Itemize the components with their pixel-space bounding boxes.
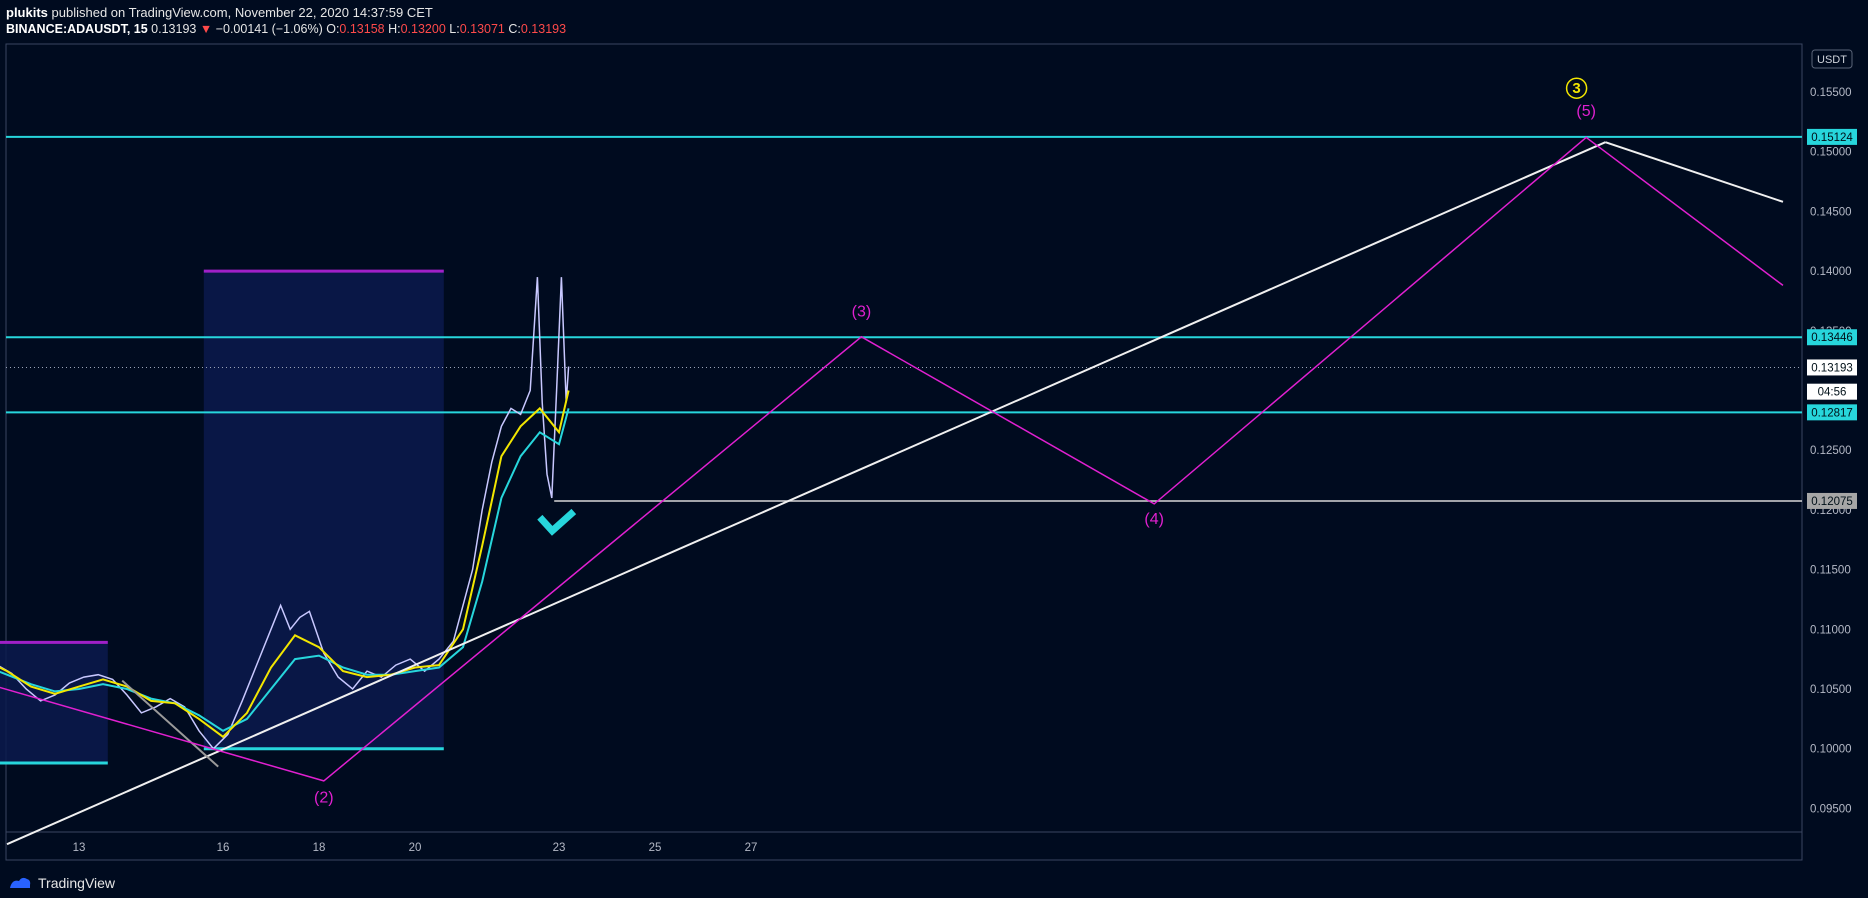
wave-label: (5) (1576, 103, 1596, 120)
checkmark-icon (537, 508, 577, 536)
x-tick-label: 13 (73, 842, 86, 854)
y-tick-label: 0.09500 (1810, 803, 1852, 815)
tradingview-brand[interactable]: TradingView (38, 875, 115, 891)
footer: TradingView (8, 874, 115, 892)
y-tick-label: 0.11500 (1810, 565, 1851, 577)
wave-label: (2) (314, 789, 334, 806)
y-tick-label: 0.14000 (1810, 266, 1852, 278)
y-tick-label: 0.12500 (1810, 445, 1852, 457)
price-chart[interactable]: (2) (3) (4) (5) 3 0.15500 0.15000 0.14500 0.140… (0, 0, 1868, 898)
wave-label: (4) (1144, 511, 1164, 528)
currency-label: USDT (1817, 54, 1847, 66)
x-tick-label: 23 (553, 842, 566, 854)
price-tag-label: 0.12075 (1811, 496, 1853, 508)
price-tag-label: 04:56 (1818, 387, 1847, 399)
wave-label: (3) (852, 303, 872, 320)
y-tick-label: 0.10000 (1810, 744, 1852, 756)
y-tick-label: 0.11000 (1810, 624, 1851, 636)
price-tag-label: 0.15124 (1811, 132, 1853, 144)
x-tick-label: 25 (649, 842, 662, 854)
y-tick-label: 0.15500 (1810, 87, 1852, 99)
range-box (203, 271, 444, 749)
price-tag-label: 0.13193 (1811, 362, 1853, 374)
major-wave-label: 3 (1572, 80, 1580, 97)
x-tick-label: 18 (313, 842, 326, 854)
y-tick-label: 0.15000 (1810, 147, 1852, 159)
x-tick-label: 27 (745, 842, 758, 854)
x-tick-label: 20 (409, 842, 422, 854)
y-tick-label: 0.10500 (1810, 684, 1852, 696)
price-tag-label: 0.13446 (1811, 332, 1853, 344)
y-tick-label: 0.14500 (1810, 206, 1852, 218)
price-tag-label: 0.12817 (1811, 407, 1853, 419)
tradingview-logo-icon[interactable] (8, 875, 32, 891)
x-tick-label: 16 (217, 842, 230, 854)
